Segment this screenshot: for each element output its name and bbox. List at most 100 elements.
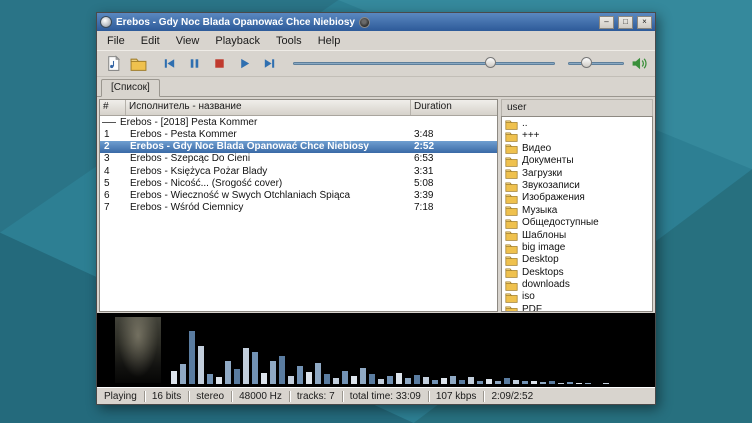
file-browser-item[interactable]: Шаблоны <box>502 230 652 242</box>
file-browser-item[interactable]: Загрузки <box>502 168 652 180</box>
spectrum-bar <box>558 383 564 384</box>
spectrum-bar <box>270 361 276 384</box>
titlebar-badge-icon <box>359 17 370 28</box>
add-folder-button[interactable] <box>127 53 149 75</box>
track-row[interactable]: 2Erebos - Gdy Noc Blada Opanować Chce Ni… <box>100 141 497 153</box>
spectrum-bar <box>180 364 186 384</box>
spectrum-bar <box>189 331 195 384</box>
spectrum-bar <box>216 377 222 384</box>
menu-view[interactable]: View <box>168 33 208 49</box>
file-browser-list: ..+++ВидеоДокументыЗагрузкиЗвукозаписиИз… <box>501 116 653 312</box>
file-browser-item[interactable]: big image <box>502 242 652 254</box>
track-row[interactable]: 3Erebos - Szepcąc Do Cieni6:53 <box>100 153 497 165</box>
pause-button[interactable] <box>183 53 205 75</box>
play-button[interactable] <box>233 53 255 75</box>
stop-button[interactable] <box>208 53 230 75</box>
spectrum-bar <box>495 381 501 384</box>
toolbar <box>97 50 655 77</box>
spectrum-bar <box>540 382 546 384</box>
column-duration[interactable]: Duration <box>411 100 497 115</box>
file-browser-item[interactable]: Общедоступные <box>502 217 652 229</box>
spectrum-bar <box>315 363 321 384</box>
track-row[interactable]: 6Erebos - Wieczność w Swych Otchlaniach … <box>100 190 497 202</box>
file-browser-item[interactable]: Документы <box>502 155 652 167</box>
track-title: Erebos - Wśród Ciemnicy <box>126 202 411 214</box>
file-browser-item[interactable]: Изображения <box>502 192 652 204</box>
track-row[interactable]: 7Erebos - Wśród Ciemnicy7:18 <box>100 202 497 214</box>
spectrum-bar <box>504 378 510 384</box>
folder-icon <box>505 292 518 303</box>
status-channel-mode: stereo <box>188 391 231 402</box>
previous-icon <box>162 56 177 71</box>
minimize-button[interactable]: – <box>599 16 614 29</box>
close-button[interactable]: × <box>637 16 652 29</box>
maximize-button[interactable]: □ <box>618 16 633 29</box>
folder-icon <box>505 280 518 291</box>
seek-handle[interactable] <box>485 57 496 68</box>
spectrum-bar <box>423 377 429 384</box>
folder-name: iso <box>522 291 535 303</box>
track-title: Erebos - Nicość... (Srogość cover) <box>126 178 411 190</box>
next-button[interactable] <box>258 53 280 75</box>
menu-playback[interactable]: Playback <box>207 33 268 49</box>
folder-icon <box>505 255 518 266</box>
menu-tools[interactable]: Tools <box>268 33 310 49</box>
folder-name: Общедоступные <box>522 217 599 229</box>
group-header-label: Erebos - [2018] Pesta Kommer <box>120 117 257 128</box>
spectrum-bar <box>369 374 375 384</box>
track-duration: 5:08 <box>411 178 497 190</box>
menu-edit[interactable]: Edit <box>133 33 168 49</box>
file-browser-item[interactable]: Звукозаписи <box>502 180 652 192</box>
spectrum-bar <box>513 380 519 384</box>
track-row[interactable]: 4Erebos - Księżyca Pożar Blady3:31 <box>100 166 497 178</box>
spectrum-bar <box>306 372 312 384</box>
next-icon <box>262 56 277 71</box>
tab-bar: [Список] <box>97 77 655 97</box>
spectrum-bar <box>414 375 420 384</box>
track-row[interactable]: 5Erebos - Nicość... (Srogość cover)5:08 <box>100 178 497 190</box>
volume-handle[interactable] <box>581 57 592 68</box>
speaker-icon <box>631 56 648 71</box>
playlist-body: Erebos - [2018] Pesta Kommer 1Erebos - P… <box>100 116 497 311</box>
file-browser-path[interactable]: user <box>501 99 653 116</box>
track-title: Erebos - Gdy Noc Blada Opanować Chce Nie… <box>126 141 411 153</box>
seek-slider[interactable] <box>293 55 555 73</box>
track-row[interactable]: 1Erebos - Pesta Kommer3:48 <box>100 129 497 141</box>
spectrum-bar <box>279 356 285 384</box>
file-browser-item[interactable]: +++ <box>502 130 652 142</box>
open-file-button[interactable] <box>102 53 124 75</box>
file-browser-item[interactable]: .. <box>502 118 652 130</box>
spectrum-analyzer <box>161 313 655 387</box>
column-number[interactable]: # <box>100 100 126 115</box>
file-browser-item[interactable]: Desktops <box>502 267 652 279</box>
main-area: # Исполнитель - название Duration Erebos… <box>97 97 655 313</box>
spectrum-bar <box>459 380 465 384</box>
track-number: 1 <box>100 129 126 141</box>
file-browser-item[interactable]: iso <box>502 291 652 303</box>
status-track-count: tracks: 7 <box>289 391 342 402</box>
file-browser-item[interactable]: PDF <box>502 304 652 312</box>
spectrum-bar <box>225 361 231 384</box>
file-browser-item[interactable]: downloads <box>502 279 652 291</box>
folder-name: Документы <box>522 155 574 167</box>
folder-icon <box>505 181 518 192</box>
file-browser-item[interactable]: Desktop <box>502 254 652 266</box>
file-browser-item[interactable]: Видео <box>502 143 652 155</box>
menu-help[interactable]: Help <box>310 33 349 49</box>
column-artist-title[interactable]: Исполнитель - название <box>126 100 411 115</box>
titlebar[interactable]: Erebos - Gdy Noc Blada Opanować Chce Nie… <box>97 13 655 31</box>
status-bitrate: 107 kbps <box>428 391 484 402</box>
playlist-tab[interactable]: [Список] <box>101 79 160 97</box>
volume-slider[interactable] <box>568 55 624 73</box>
folder-name: PDF <box>522 304 542 312</box>
spectrum-bar <box>333 378 339 384</box>
spectrum-bar <box>171 371 177 384</box>
file-browser-item[interactable]: Музыка <box>502 205 652 217</box>
previous-button[interactable] <box>158 53 180 75</box>
menu-file[interactable]: File <box>99 33 133 49</box>
folder-icon <box>505 193 518 204</box>
status-sample-rate: 48000 Hz <box>231 391 289 402</box>
track-duration: 7:18 <box>411 202 497 214</box>
spectrum-bar <box>234 369 240 384</box>
spectrum-bar <box>603 383 609 384</box>
